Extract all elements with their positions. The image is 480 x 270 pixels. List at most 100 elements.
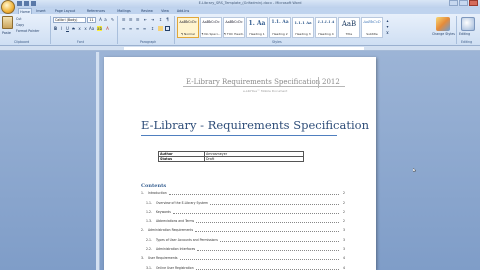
- document-title: E-Library - Requirements Specification: [141, 118, 369, 132]
- align-left-icon[interactable]: ≡: [121, 26, 126, 31]
- header-year: 2012: [322, 78, 340, 86]
- copy-button[interactable]: Copy: [16, 23, 24, 27]
- toc-leader: [173, 213, 339, 214]
- toc-entry[interactable]: 1.2. Keywords 2: [146, 210, 345, 216]
- toc-page-number: 2: [343, 201, 345, 205]
- chevron-down-icon[interactable]: ▾: [385, 24, 390, 29]
- editing-button[interactable]: Editing: [459, 32, 470, 36]
- toc-page-number: 3: [343, 247, 345, 251]
- toc-text: Abbreviations and Terms: [156, 219, 195, 223]
- maximize-button[interactable]: [459, 0, 468, 6]
- style-heading-3[interactable]: 1.1.1 Aa Heading 3: [292, 17, 314, 38]
- find-icon[interactable]: [461, 17, 475, 31]
- font-name-select[interactable]: Calibri (Body): [53, 17, 86, 23]
- font-size-select[interactable]: 11: [87, 17, 96, 23]
- header-rule: [183, 86, 345, 87]
- toc-text: Overview of the E-Library System: [156, 201, 208, 205]
- style-normal[interactable]: AaBbCcDc ¶ Normal: [177, 17, 199, 38]
- align-center-icon[interactable]: ≡: [128, 26, 133, 31]
- style-heading-2[interactable]: 1.1. Aa Heading 2: [269, 17, 291, 38]
- office-button[interactable]: [1, 0, 15, 14]
- underline-icon[interactable]: U: [65, 26, 70, 31]
- line-spacing-icon[interactable]: ↕: [150, 26, 155, 31]
- style-subtitle[interactable]: AaBbCcD Subtitle: [361, 17, 383, 38]
- style-heading-4[interactable]: 1.1.1.1 A Heading 4: [315, 17, 337, 38]
- show-marks-icon[interactable]: ¶: [165, 17, 170, 22]
- align-right-icon[interactable]: ≡: [135, 26, 140, 31]
- toc-leader: [180, 259, 339, 260]
- style-toc-heading[interactable]: AaBbCcDc ¶ TOC Headi...: [223, 17, 245, 38]
- change-styles-icon[interactable]: [436, 17, 450, 31]
- undo-icon[interactable]: [24, 1, 29, 6]
- toc-text: Administration Requirements: [148, 228, 194, 232]
- highlight-icon[interactable]: ab: [97, 26, 102, 31]
- font-color-icon[interactable]: A: [105, 26, 110, 31]
- toc-leader: [210, 204, 339, 205]
- editing-group-label: Editing: [461, 40, 473, 44]
- title-underline: [141, 135, 337, 136]
- redo-icon[interactable]: [31, 1, 36, 6]
- toc-page-number: 3: [343, 238, 345, 242]
- paste-label: Paste: [2, 31, 11, 35]
- header-title: E-Library Requirements Specification: [186, 78, 321, 86]
- increase-indent-icon[interactable]: ⇥: [150, 17, 155, 22]
- borders-icon[interactable]: [165, 26, 170, 31]
- save-icon[interactable]: [17, 1, 22, 6]
- table-row: Status Draft: [158, 156, 304, 162]
- toc-number: 2.2.: [146, 247, 152, 251]
- chevron-up-icon[interactable]: ▴: [385, 18, 390, 23]
- bullets-icon[interactable]: ☰: [121, 17, 126, 22]
- style-heading-1[interactable]: 1. Aa Heading 1: [246, 17, 268, 38]
- toc-text: Introduction: [148, 191, 167, 195]
- justify-icon[interactable]: ≡: [142, 26, 147, 31]
- divider: [50, 16, 51, 44]
- subscript-icon[interactable]: x: [77, 26, 82, 31]
- toc-entry[interactable]: 1. Introduction 2: [141, 191, 345, 197]
- quick-access-toolbar: [17, 1, 36, 6]
- bold-icon[interactable]: B: [53, 26, 58, 31]
- change-styles-button[interactable]: Change Styles: [432, 32, 455, 36]
- toc-entry[interactable]: 3. User Requirements 4: [141, 256, 345, 262]
- toc-entry[interactable]: 2.1. Types of User Accounts and Permissio…: [146, 238, 345, 244]
- change-case-icon[interactable]: Aa: [89, 26, 94, 31]
- clipboard-group-label: Clipboard: [14, 40, 30, 44]
- numbering-icon[interactable]: ☰: [128, 17, 133, 22]
- sort-icon[interactable]: ↕: [158, 17, 163, 22]
- close-button[interactable]: [469, 0, 478, 6]
- ribbon: Paste Cut Copy Format Painter Clipboard …: [0, 14, 480, 46]
- italic-icon[interactable]: I: [59, 26, 64, 31]
- toc-page-number: 4: [343, 266, 345, 270]
- decrease-indent-icon[interactable]: ⇤: [143, 17, 148, 22]
- toc-entry[interactable]: 2. Administration Requirements 3: [141, 228, 345, 234]
- paragraph-group-label: Paragraph: [140, 40, 157, 44]
- clear-format-icon[interactable]: ✎: [110, 17, 115, 22]
- toc-number: 1.1.: [146, 201, 152, 205]
- paste-button[interactable]: [2, 16, 13, 29]
- toc-text: Administration Interfaces: [156, 247, 196, 251]
- toc-entry[interactable]: 3.1. Online User Registration 4: [146, 266, 345, 270]
- toc-leader: [169, 194, 339, 195]
- minimize-button[interactable]: [449, 0, 458, 6]
- superscript-icon[interactable]: x: [83, 26, 88, 31]
- strikethrough-icon[interactable]: a: [71, 26, 76, 31]
- shrink-font-icon[interactable]: a: [103, 17, 108, 22]
- cut-button[interactable]: Cut: [16, 17, 22, 21]
- vertical-ruler[interactable]: [96, 52, 100, 270]
- style-no-spacing[interactable]: AaBbCcDc ¶ No Spaci...: [200, 17, 222, 38]
- toc-entry[interactable]: 2.2. Administration Interfaces 3: [146, 247, 345, 253]
- toc-text: User Requirements: [148, 256, 178, 260]
- styles-group-label: Styles: [272, 40, 282, 44]
- toc-entry[interactable]: 1.3. Abbreviations and Terms 2: [146, 219, 345, 225]
- toc-number: 2.1.: [146, 238, 152, 242]
- style-title[interactable]: AaB Title: [338, 17, 360, 38]
- mouse-cursor-icon: [413, 168, 416, 172]
- more-styles-icon[interactable]: ⊻: [385, 30, 390, 35]
- multilevel-list-icon[interactable]: ☰: [135, 17, 140, 22]
- format-painter-button[interactable]: Format Painter: [16, 29, 39, 33]
- toc-number: 1.3.: [146, 219, 152, 223]
- toc-entry[interactable]: 1.1. Overview of the E-Library System 2: [146, 201, 345, 207]
- window-title: E-Library_SRS_Template_(Grifadmin).docx …: [198, 1, 302, 5]
- toc-leader: [195, 231, 339, 232]
- horizontal-ruler[interactable]: [0, 46, 480, 51]
- shading-icon[interactable]: [158, 26, 163, 31]
